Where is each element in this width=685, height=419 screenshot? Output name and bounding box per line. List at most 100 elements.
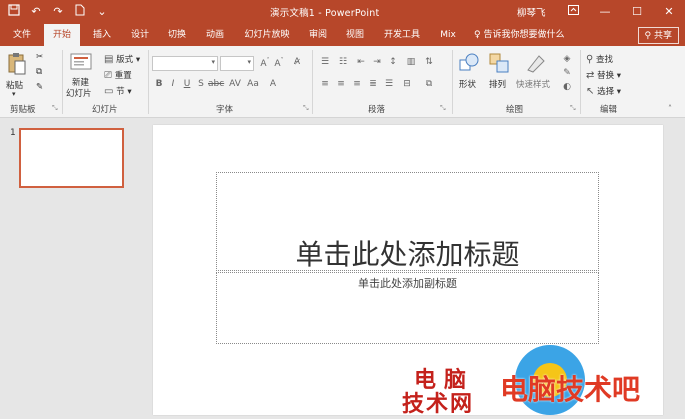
text-direction-icon[interactable]: ⇅ bbox=[422, 57, 436, 67]
reset-button[interactable]: ⎚ 重置 bbox=[104, 69, 132, 81]
minimize-icon[interactable]: — bbox=[589, 0, 621, 24]
section-label: 节 bbox=[116, 87, 125, 97]
tab-animations[interactable]: 动画 bbox=[197, 24, 233, 46]
find-button[interactable]: ⚲ 查找 bbox=[586, 53, 613, 65]
watermark-text-right: 电脑技术吧 bbox=[500, 373, 641, 406]
undo-icon[interactable]: ↶ bbox=[28, 4, 44, 20]
chevron-down-icon: ▾ bbox=[211, 58, 215, 66]
clipboard-launcher-icon[interactable]: ⤡ bbox=[52, 104, 58, 113]
section-button[interactable]: ▭ 节 ▾ bbox=[104, 85, 132, 97]
smartart-icon[interactable]: ⧉ bbox=[422, 79, 436, 89]
tab-view[interactable]: 视图 bbox=[337, 24, 373, 46]
shapes-label: 形状 bbox=[459, 80, 477, 90]
cursor-icon: ↖ bbox=[586, 86, 595, 97]
justify-icon[interactable]: ≣ bbox=[366, 79, 380, 89]
tab-home[interactable]: 开始 bbox=[44, 24, 80, 46]
tab-slideshow[interactable]: 幻灯片放映 bbox=[240, 24, 294, 46]
underline-icon[interactable]: U bbox=[180, 79, 194, 89]
select-button[interactable]: ↖ 选择 ▾ bbox=[586, 85, 621, 97]
increase-font-icon[interactable]: A˄ bbox=[258, 57, 272, 69]
format-painter-icon[interactable]: ✎ bbox=[36, 82, 43, 92]
shape-outline-icon[interactable]: ✎ bbox=[560, 68, 574, 78]
decrease-indent-icon[interactable]: ⇤ bbox=[354, 57, 368, 67]
title-placeholder-text: 单击此处添加标题 bbox=[295, 238, 520, 271]
new-slide-icon bbox=[70, 53, 92, 70]
reset-label: 重置 bbox=[114, 71, 132, 81]
person-icon: ⚲ bbox=[644, 31, 652, 41]
tab-review[interactable]: 审阅 bbox=[300, 24, 336, 46]
ribbon: 粘贴 ▾ ✂ ⧉ ✎ 剪贴板 ⤡ 新建 幻灯片 ▤ 版式 ▾ ⎚ 重置 ▭ 节 … bbox=[0, 46, 685, 118]
line-spacing-icon[interactable]: ↕ bbox=[386, 57, 400, 67]
strikethrough-icon[interactable]: abc bbox=[208, 79, 224, 89]
tab-insert[interactable]: 插入 bbox=[84, 24, 120, 46]
bold-icon[interactable]: B bbox=[152, 79, 166, 89]
tab-mix[interactable]: Mix bbox=[432, 24, 464, 46]
slide-number: 1 bbox=[10, 128, 16, 138]
section-icon: ▭ bbox=[104, 86, 114, 97]
tell-me-box[interactable]: ♀ 告诉我你想要做什么 bbox=[474, 24, 564, 46]
paste-button[interactable]: 粘贴 ▾ bbox=[6, 52, 28, 100]
replace-label: 替换 bbox=[597, 71, 615, 81]
tab-file[interactable]: 文件 bbox=[4, 24, 40, 46]
drawing-group-label: 绘图 bbox=[506, 105, 524, 115]
font-launcher-icon[interactable]: ⤡ bbox=[303, 104, 309, 113]
shapes-button[interactable]: 形状 bbox=[458, 52, 482, 100]
align-right-icon[interactable]: ≡ bbox=[350, 79, 364, 89]
arrange-button[interactable]: 排列 bbox=[488, 52, 512, 100]
window-controls: — ☐ ✕ bbox=[557, 0, 685, 24]
maximize-icon[interactable]: ☐ bbox=[621, 0, 653, 24]
align-left-icon[interactable]: ≡ bbox=[318, 79, 332, 89]
window-title: 演示文稿1 - PowerPoint bbox=[270, 8, 380, 19]
shape-fill-icon[interactable]: ◈ bbox=[560, 54, 574, 64]
shape-effects-icon[interactable]: ◐ bbox=[560, 82, 574, 92]
group-divider bbox=[580, 50, 581, 114]
decrease-font-icon[interactable]: A˅ bbox=[272, 57, 286, 69]
ribbon-options-icon[interactable] bbox=[557, 0, 589, 24]
save-icon[interactable] bbox=[6, 4, 22, 20]
customize-icon[interactable]: ⌄ bbox=[94, 4, 110, 20]
change-case-icon[interactable]: Aa bbox=[246, 79, 260, 89]
layout-icon: ▤ bbox=[104, 54, 114, 65]
columns-icon[interactable]: ▥ bbox=[404, 57, 418, 67]
shadow-icon[interactable]: S bbox=[194, 79, 208, 89]
copy-icon[interactable]: ⧉ bbox=[36, 67, 42, 77]
drawing-launcher-icon[interactable]: ⤡ bbox=[570, 104, 576, 113]
lightbulb-icon: ♀ bbox=[474, 30, 481, 40]
bullets-icon[interactable]: ☰ bbox=[318, 57, 332, 67]
slide-thumbnail[interactable] bbox=[19, 128, 124, 188]
distribute-icon[interactable]: ☰ bbox=[382, 79, 396, 89]
paragraph-launcher-icon[interactable]: ⤡ bbox=[440, 104, 446, 113]
font-size-combo[interactable]: ▾ bbox=[220, 56, 254, 71]
numbering-icon[interactable]: ☷ bbox=[336, 57, 350, 67]
font-name-combo[interactable]: ▾ bbox=[152, 56, 218, 71]
subtitle-placeholder[interactable]: 单击此处添加副标题 bbox=[216, 272, 599, 344]
editing-group-label: 编辑 bbox=[600, 105, 618, 115]
cut-icon[interactable]: ✂ bbox=[36, 52, 43, 62]
clear-format-icon[interactable]: A̷ bbox=[290, 57, 304, 67]
new-doc-icon[interactable] bbox=[72, 4, 88, 20]
paragraph-group-label: 段落 bbox=[368, 105, 386, 115]
tab-developer[interactable]: 开发工具 bbox=[378, 24, 426, 46]
tab-design[interactable]: 设计 bbox=[122, 24, 158, 46]
align-text-icon[interactable]: ⊟ bbox=[400, 79, 414, 89]
user-name[interactable]: 柳琴飞 bbox=[517, 5, 546, 19]
slide-thumbnail-pane: 1 bbox=[0, 119, 140, 419]
close-icon[interactable]: ✕ bbox=[653, 0, 685, 24]
align-center-icon[interactable]: ≡ bbox=[334, 79, 348, 89]
replace-button[interactable]: ⇄ 替换 ▾ bbox=[586, 69, 621, 81]
title-placeholder[interactable]: 单击此处添加标题 bbox=[216, 172, 599, 271]
subtitle-placeholder-text: 单击此处添加副标题 bbox=[358, 277, 457, 290]
new-slide-button[interactable]: 新建 幻灯片 bbox=[66, 52, 96, 100]
quick-styles-button[interactable]: 快速样式 bbox=[516, 52, 556, 100]
char-spacing-icon[interactable]: AV bbox=[228, 79, 242, 89]
share-button[interactable]: ⚲ 共享 bbox=[637, 27, 679, 44]
group-divider bbox=[148, 50, 149, 114]
tab-transitions[interactable]: 切换 bbox=[159, 24, 195, 46]
layout-button[interactable]: ▤ 版式 ▾ bbox=[104, 53, 140, 65]
new-slide-label-2: 幻灯片 bbox=[66, 89, 92, 99]
increase-indent-icon[interactable]: ⇥ bbox=[370, 57, 384, 67]
font-color-icon[interactable]: A bbox=[266, 79, 280, 89]
redo-icon[interactable]: ↷ bbox=[50, 4, 66, 20]
italic-icon[interactable]: I bbox=[166, 79, 180, 89]
collapse-ribbon-icon[interactable]: ˄ bbox=[668, 104, 672, 113]
